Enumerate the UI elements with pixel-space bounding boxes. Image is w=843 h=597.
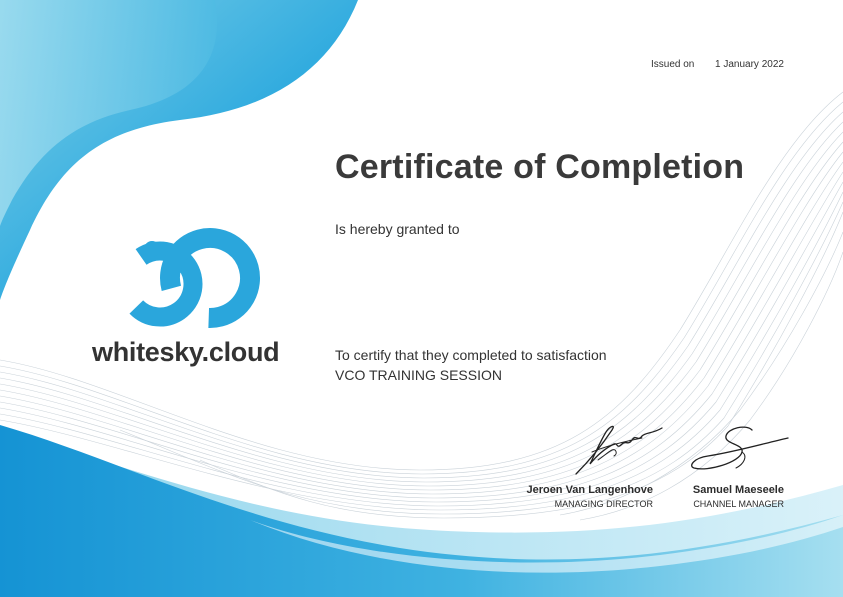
whitesky-logo-icon	[117, 228, 260, 328]
certify-line: To certify that they completed to satisf…	[335, 347, 607, 363]
certificate-title: Certificate of Completion	[335, 148, 745, 186]
issued-on: Issued on 1 January 2022	[651, 59, 801, 70]
issued-label: Issued on	[651, 59, 695, 70]
signer-1-role: MANAGING DIRECTOR	[554, 499, 653, 509]
certificate: Issued on 1 January 2022 Certificate of …	[0, 0, 843, 597]
granted-line: Is hereby granted to	[335, 221, 460, 237]
signer-1: Jeroen Van Langenhove MANAGING DIRECTOR	[500, 484, 653, 509]
signer-2: Samuel Maeseele CHANNEL MANAGER	[660, 484, 784, 509]
certify-block: To certify that they completed to satisf…	[335, 345, 607, 385]
signer-2-name: Samuel Maeseele	[692, 484, 784, 496]
signer-2-role: CHANNEL MANAGER	[693, 499, 784, 509]
signer-1-name: Jeroen Van Langenhove	[526, 484, 653, 496]
brand-name: whitesky.cloud	[92, 337, 280, 367]
signature-1	[575, 425, 663, 475]
signature-2	[691, 426, 789, 470]
course-name: VCO TRAINING SESSION	[335, 367, 502, 383]
issued-date: 1 January 2022	[715, 59, 784, 70]
